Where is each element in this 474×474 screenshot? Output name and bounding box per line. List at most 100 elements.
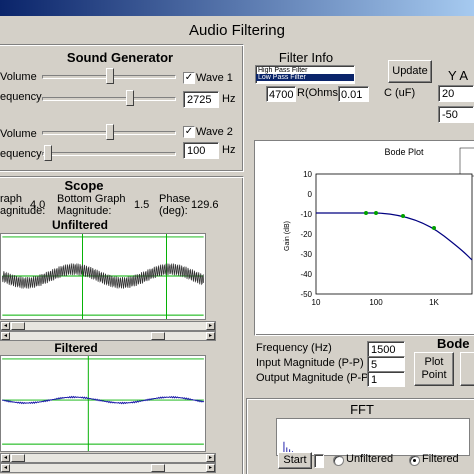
wave1-frequency-input[interactable]: 2725 [183,91,219,108]
wave2-frequency-input[interactable]: 100 [183,142,219,159]
scroll-thumb[interactable] [151,332,165,340]
scroll-right-icon[interactable]: ▸ [206,454,215,462]
wave1-volume-thumb[interactable] [106,68,114,84]
plot-point-button[interactable]: Plot Point [414,352,454,386]
bode-legend-box [459,147,474,177]
wave2-volume-label: Volume [0,128,37,140]
window-title: Audio Filtering [189,22,285,39]
wave2-volume-thumb[interactable] [106,124,114,140]
wave1-checkbox[interactable]: ✓ [183,72,195,84]
wave1-volume-label: Volume [0,71,37,83]
capacitance-input[interactable]: 0.01 [338,86,369,102]
unfiltered-scrollbar-2[interactable]: ◂ ▸ [0,331,216,341]
bode-extra-button[interactable] [460,352,474,386]
phase-label: Phase [159,193,191,205]
output-magnitude-label: Output Magnitude (P-P) [256,372,373,384]
bottom-graph-label: Bottom Graph [57,193,126,205]
scroll-thumb[interactable] [11,322,25,330]
title-bar [0,0,474,16]
y-axis-min-input[interactable]: -50 [438,106,474,123]
bode-plot-title: Bode Plot [384,147,424,157]
bode-ytick-label: -20 [300,230,312,239]
bode-ytick-label: 10 [303,170,312,179]
wave2-frequency-thumb[interactable] [44,145,52,161]
frequency-input[interactable]: 1500 [367,341,405,357]
bode-ytick-label: -30 [300,250,312,259]
update-button[interactable]: Update [388,60,432,83]
bode-xtick-label: 10 [312,298,321,307]
wave1-frequency-slider[interactable] [42,97,176,101]
filter-option-low-pass[interactable]: Low Pass Filter [256,74,354,81]
unfiltered-graph [0,233,206,320]
fft-start-button[interactable]: Start [278,452,312,469]
fft-unfiltered-label: Unfiltered [346,453,394,465]
bode-ytick-label: 0 [308,190,313,199]
wave2-checkbox-label: Wave 2 [196,126,233,138]
scroll-left-icon[interactable]: ◂ [1,464,10,472]
filter-info-title: Filter Info [278,50,334,65]
plot-point-line2: Point [421,369,447,381]
fft-unfiltered-radio[interactable] [333,455,344,466]
fft-filtered-radio[interactable] [409,455,420,466]
plot-point-line1: Plot [424,356,444,368]
scope-title: Scope [64,178,104,193]
scroll-right-icon[interactable]: ▸ [206,464,215,472]
filter-type-list[interactable]: High Pass Filter Low Pass Filter [255,65,355,84]
bode-point [374,211,378,215]
wave2-frequency-label: equency [0,148,42,160]
sound-generator-title: Sound Generator [66,50,174,65]
bode-ytick-label: -40 [300,270,312,279]
input-magnitude-input[interactable]: 5 [367,356,405,372]
bottom-magnitude-label: Magnitude: [57,205,112,217]
bode-point [401,214,405,218]
scroll-right-icon[interactable]: ▸ [206,322,215,330]
scroll-thumb[interactable] [151,464,165,472]
wave1-frequency-thumb[interactable] [126,90,134,106]
scroll-right-icon[interactable]: ▸ [206,332,215,340]
wave1-frequency-label: equency [0,91,42,103]
bode-ylabel: Gain (dB) [284,221,291,251]
wave1-frequency-unit: Hz [222,93,236,105]
phase-value: 129.6 [191,199,219,211]
filter-option-high-pass[interactable]: High Pass Filter [256,67,354,74]
filtered-scrollbar-2[interactable]: ◂ ▸ [0,463,216,473]
wave2-frequency-unit: Hz [222,144,236,156]
capacitance-label: C (uF) [384,87,416,99]
fft-filtered-label: Filtered [422,453,459,465]
unfiltered-title: Unfiltered [51,218,108,232]
bode-yticks: 100-10-20-30-40-50 [300,170,312,299]
scroll-left-icon[interactable]: ◂ [1,332,10,340]
wave2-frequency-slider[interactable] [42,152,176,156]
bode-point [364,211,368,215]
phase-unit: (deg): [159,205,188,217]
top-magnitude-value: 4.0 [30,199,46,211]
wave2-checkbox[interactable]: ✓ [183,126,195,138]
scroll-left-icon[interactable]: ◂ [1,454,10,462]
scroll-left-icon[interactable]: ◂ [1,322,10,330]
frequency-label: Frequency (Hz) [256,342,332,354]
top-graph-label: raph [0,193,23,205]
bode-plot: Bode Plot Gain (dB) 100-10-20-30-40-50 1… [256,142,474,334]
bode-xticks: 10 100 1K [312,298,440,307]
unfiltered-scrollbar[interactable]: ◂ ▸ [0,321,216,331]
y-axis-max-input[interactable]: 20 [438,85,474,102]
resistance-label: R(Ohms) [297,87,342,99]
filtered-scrollbar[interactable]: ◂ ▸ [0,453,216,463]
wave1-checkbox-label: Wave 1 [196,72,233,84]
bottom-magnitude-value: 1.5 [134,199,150,211]
scroll-thumb[interactable] [11,454,25,462]
bode-axes-box [315,173,473,295]
bode-point [432,226,436,230]
filtered-title: Filtered [54,341,98,355]
bode-xtick-label: 100 [369,298,383,307]
output-magnitude-input[interactable]: 1 [367,371,405,387]
bode-controls-title: Bode I [437,336,474,351]
bode-ytick-label: -10 [300,210,312,219]
fft-scroll-stub [314,454,324,468]
fft-title: FFT [350,402,374,417]
filtered-graph [0,355,206,452]
resistance-input[interactable]: 4700 [266,86,296,102]
input-magnitude-label: Input Magnitude (P-P) [256,357,364,369]
bode-xtick-label: 1K [429,298,439,307]
y-axis-label: Y A [448,68,469,83]
